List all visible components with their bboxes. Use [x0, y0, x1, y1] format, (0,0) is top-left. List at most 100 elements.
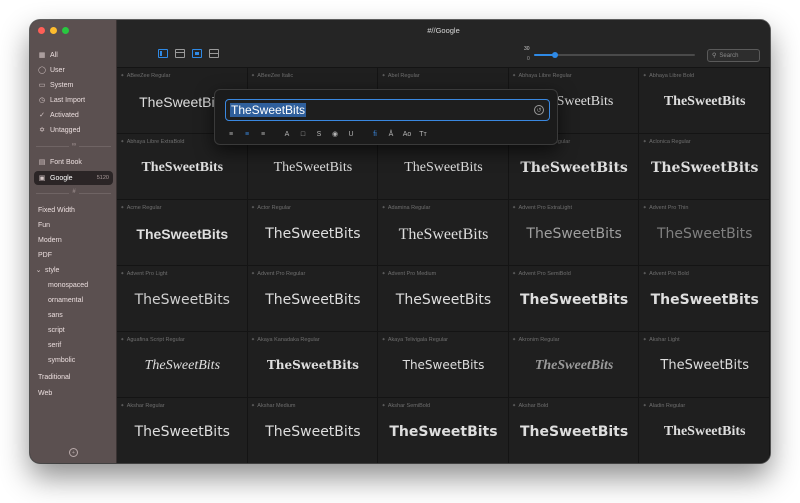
sidebar-item-untagged[interactable]: ✡ Untagged	[34, 123, 113, 137]
sidebar-item-user[interactable]: ◯ User	[34, 63, 113, 77]
sidebar-item-activated[interactable]: ✓ Activated	[34, 108, 113, 122]
sidebar-item-label: symbolic	[48, 356, 76, 364]
sidebar-item-symbolic[interactable]: symbolic	[34, 353, 113, 367]
clear-text-button[interactable]: ↺	[534, 105, 544, 115]
sidebar-item-last-import[interactable]: ◷ Last Import	[34, 93, 113, 107]
add-collection-button[interactable]: +	[69, 448, 78, 457]
font-tile[interactable]: Advent Pro Medium TheSweetBits	[378, 266, 509, 332]
font-tile[interactable]: Abhaya Libre Bold TheSweetBits	[639, 68, 770, 134]
search-placeholder: Search	[719, 52, 739, 59]
font-tile[interactable]: Akshar Light TheSweetBits	[639, 332, 770, 398]
sidebar-item-serif[interactable]: serif	[34, 338, 113, 352]
font-sample-text: TheSweetBits	[526, 226, 622, 242]
sidebar-item-all[interactable]: ▦ All	[34, 48, 113, 62]
shadow-button[interactable]: ◉	[329, 128, 341, 140]
sidebar-item-modern[interactable]: Modern	[34, 233, 113, 247]
close-window-button[interactable]	[38, 27, 45, 34]
font-tile[interactable]: Adamina Regular TheSweetBits	[378, 200, 509, 266]
align-left-button[interactable]: ≡	[225, 128, 237, 140]
font-tile[interactable]: Acme Regular TheSweetBits	[117, 200, 248, 266]
font-tile[interactable]: Akshar Regular TheSweetBits	[117, 398, 248, 463]
sidebar-item-label: All	[50, 51, 58, 59]
sidebar-item-label: System	[50, 81, 74, 89]
sidebar-item-fixed-width[interactable]: Fixed Width	[34, 203, 113, 217]
case-button[interactable]: Tт	[417, 128, 429, 140]
search-field[interactable]: ⚲ Search	[707, 49, 760, 62]
font-weight-button[interactable]: A	[281, 128, 293, 140]
font-sample-text: TheSweetBits	[650, 292, 759, 308]
font-tile[interactable]: Actor Regular TheSweetBits	[247, 200, 379, 266]
item-count-badge: 5120	[96, 175, 109, 181]
sidebar-item-ornamental[interactable]: ornamental	[34, 293, 113, 307]
font-sample-text: TheSweetBits	[520, 160, 628, 176]
tag-icon: ✡	[39, 127, 45, 134]
sample-text-popover: TheSweetBits ↺ ≡ ≡ ≡ A □ S ◉ U fi Å Ao T…	[214, 89, 558, 145]
chevron-down-icon[interactable]: ⌄	[36, 266, 42, 274]
font-tile[interactable]: Aguafina Script Regular TheSweetBits	[117, 332, 248, 398]
align-center-button[interactable]: ≡	[241, 128, 253, 140]
zoom-window-button[interactable]	[62, 27, 69, 34]
sidebar-item-label: Last Import	[50, 96, 86, 104]
font-sample-text: TheSweetBits	[660, 358, 749, 373]
sidebar-item-label: Fun	[38, 221, 51, 229]
font-tile[interactable]: Akronim Regular TheSweetBits	[508, 332, 640, 398]
grid-view-button[interactable]	[175, 49, 185, 58]
sidebar-item-label: Modern	[38, 236, 62, 244]
google-icon: ▣	[38, 175, 46, 182]
sidebar-item-system[interactable]: ▭ System	[34, 78, 113, 92]
font-tile[interactable]: Advent Pro Regular TheSweetBits	[247, 266, 379, 332]
sample-text-input[interactable]: TheSweetBits ↺	[225, 99, 550, 121]
monitor-icon: ▭	[38, 82, 46, 89]
font-tile[interactable]: Akshar SemiBold TheSweetBits	[378, 398, 509, 463]
font-tile[interactable]: Advent Pro Thin TheSweetBits	[639, 200, 770, 266]
font-sample-text: TheSweetBits	[398, 226, 489, 243]
minimize-window-button[interactable]	[50, 27, 57, 34]
swash-button[interactable]: Å	[385, 128, 397, 140]
ligature-button[interactable]: fi	[369, 128, 381, 140]
sidebar-item-monospaced[interactable]: monospaced	[34, 278, 113, 292]
size-slider[interactable]	[534, 52, 695, 58]
alternates-button[interactable]: Ao	[401, 128, 413, 140]
font-tile[interactable]: Akaya Kanadaka Regular TheSweetBits	[247, 332, 379, 398]
list-view-button[interactable]	[209, 49, 219, 58]
search-icon: ⚲	[712, 53, 717, 59]
font-tile[interactable]: Akshar Medium TheSweetBits	[247, 398, 379, 463]
font-name: Adamina Regular	[382, 205, 431, 211]
size-slider-knob[interactable]	[551, 52, 558, 58]
font-sample-text: TheSweetBits	[134, 424, 230, 440]
font-tile[interactable]: Aladin Regular TheSweetBits	[639, 398, 770, 463]
font-tile[interactable]: Advent Pro ExtraLight TheSweetBits	[508, 200, 640, 266]
sidebar-item-label: Activated	[50, 111, 79, 119]
sidebar-item-script[interactable]: script	[34, 323, 113, 337]
sidebar-item-font-book[interactable]: ▤ Font Book	[34, 155, 113, 169]
sidebar-item-sans[interactable]: sans	[34, 308, 113, 322]
font-tile[interactable]: Akshar Bold TheSweetBits	[508, 398, 640, 463]
outline-icon: □	[300, 130, 306, 138]
sidebar-item-label: Traditional	[38, 373, 71, 381]
align-right-button[interactable]: ≡	[257, 128, 269, 140]
hash-icon: #	[69, 189, 79, 195]
font-name: Aguafina Script Regular	[121, 337, 185, 343]
sidebar-item-google[interactable]: ▣ Google 5120	[34, 171, 113, 185]
sidebar-item-web[interactable]: Web	[34, 386, 113, 400]
strikethrough-button[interactable]: S	[313, 128, 325, 140]
sidebar-item-traditional[interactable]: Traditional	[34, 370, 113, 384]
grid-icon: ▦	[38, 52, 46, 59]
underline-button[interactable]: U	[345, 128, 357, 140]
font-sample-text: TheSweetBits	[650, 160, 759, 176]
sidebar-item-fun[interactable]: Fun	[34, 218, 113, 232]
sidebar-item-pdf[interactable]: PDF	[34, 248, 113, 262]
outline-button[interactable]: □	[297, 128, 309, 140]
font-tile[interactable]: Advent Pro Light TheSweetBits	[117, 266, 248, 332]
font-name: Advent Pro SemiBold	[513, 271, 571, 277]
sidebar-toggle-button[interactable]	[158, 49, 168, 58]
font-sample-text: TheSweetBits	[141, 160, 224, 175]
sidebar-item-style[interactable]: ⌄ style	[34, 263, 113, 277]
preview-view-button[interactable]	[192, 49, 202, 58]
font-name: Advent Pro Thin	[643, 205, 688, 211]
font-sample-text: TheSweetBits	[134, 292, 230, 308]
font-tile[interactable]: Advent Pro SemiBold TheSweetBits	[508, 266, 640, 332]
font-tile[interactable]: Aclonica Regular TheSweetBits	[639, 134, 770, 200]
font-tile[interactable]: Advent Pro Bold TheSweetBits	[639, 266, 770, 332]
font-tile[interactable]: Akaya Telivigala Regular TheSweetBits	[378, 332, 509, 398]
